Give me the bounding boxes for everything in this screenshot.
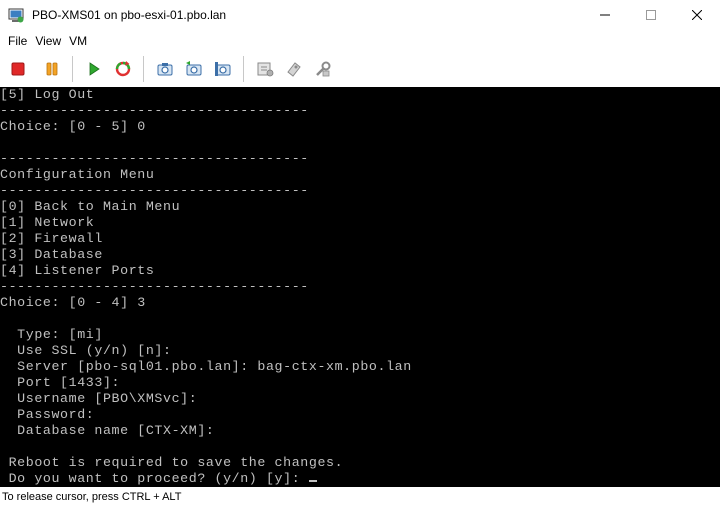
- minimize-icon: [600, 14, 610, 16]
- status-bar: To release cursor, press CTRL + ALT: [0, 488, 720, 506]
- text-cursor: [308, 480, 317, 482]
- toolbar: [0, 52, 720, 86]
- vm-console[interactable]: [5] Log Out ----------------------------…: [0, 87, 720, 487]
- console-line: Username [PBO\XMSvc]:: [0, 391, 198, 406]
- toolbar-separator: [72, 56, 73, 82]
- title-bar: PBO-XMS01 on pbo-esxi-01.pbo.lan: [0, 0, 720, 30]
- vm-settings-icon: [257, 62, 274, 77]
- snapshot-icon: [157, 63, 173, 76]
- console-line: ------------------------------------: [0, 279, 309, 294]
- pause-icon: [46, 62, 58, 76]
- console-line: Reboot is required to save the changes.: [0, 455, 344, 470]
- reset-button[interactable]: [111, 57, 135, 81]
- take-snapshot-button[interactable]: [153, 57, 177, 81]
- revert-snapshot-button[interactable]: [182, 57, 206, 81]
- menu-file[interactable]: File: [0, 34, 33, 48]
- window-controls: [582, 0, 720, 30]
- console-line: Port [1433]:: [0, 375, 121, 390]
- menu-bar: File View VM: [0, 30, 720, 52]
- vm-tools-button[interactable]: [311, 57, 335, 81]
- console-line: [0] Back to Main Menu: [0, 199, 181, 214]
- console-line: Choice: [0 - 5] 0: [0, 119, 146, 134]
- minimize-button[interactable]: [582, 0, 628, 30]
- close-button[interactable]: [674, 0, 720, 30]
- console-line: [3] Database: [0, 247, 103, 262]
- console-line: Database name [CTX-XM]:: [0, 423, 215, 438]
- console-line: ------------------------------------: [0, 183, 309, 198]
- console-line: [5] Log Out: [0, 87, 95, 102]
- toolbar-separator: [243, 56, 244, 82]
- toolbar-separator: [143, 56, 144, 82]
- vm-settings-button[interactable]: [253, 57, 277, 81]
- console-line: Password:: [0, 407, 95, 422]
- status-text: To release cursor, press CTRL + ALT: [2, 491, 182, 503]
- console-line: ------------------------------------: [0, 151, 309, 166]
- console-line: [2] Firewall: [0, 231, 103, 246]
- console-line: ------------------------------------: [0, 103, 309, 118]
- console-prompt-line: Do you want to proceed? (y/n) [y]:: [0, 471, 317, 487]
- console-prompt: Do you want to proceed? (y/n) [y]:: [0, 471, 309, 486]
- power-on-button[interactable]: [82, 57, 106, 81]
- maximize-button[interactable]: [628, 0, 674, 30]
- menu-vm[interactable]: VM: [67, 34, 93, 48]
- console-line: Use SSL (y/n) [n]:: [0, 343, 172, 358]
- maximize-icon: [646, 10, 656, 20]
- window-title: PBO-XMS01 on pbo-esxi-01.pbo.lan: [32, 8, 227, 22]
- console-line: [4] Listener Ports: [0, 263, 155, 278]
- snapshot-manager-button[interactable]: [211, 57, 235, 81]
- power-off-button[interactable]: [6, 57, 30, 81]
- stop-icon: [11, 62, 25, 76]
- console-line: [1] Network: [0, 215, 95, 230]
- console-line: Type: [mi]: [0, 327, 103, 342]
- snapshot-revert-icon: [186, 61, 202, 76]
- tools-icon: [316, 61, 331, 77]
- play-icon: [89, 62, 100, 76]
- menu-view[interactable]: View: [33, 34, 67, 48]
- vmware-console-icon: [8, 7, 24, 23]
- connect-device-button[interactable]: [282, 57, 306, 81]
- console-line: Choice: [0 - 4] 3: [0, 295, 146, 310]
- console-line: Server [pbo-sql01.pbo.lan]: bag-ctx-xm.p…: [0, 359, 412, 374]
- device-icon: [287, 62, 301, 77]
- console-line: Configuration Menu: [0, 167, 155, 182]
- close-icon: [692, 10, 702, 20]
- snapshot-manager-icon: [215, 62, 231, 76]
- suspend-button[interactable]: [40, 57, 64, 81]
- reset-icon: [115, 61, 131, 77]
